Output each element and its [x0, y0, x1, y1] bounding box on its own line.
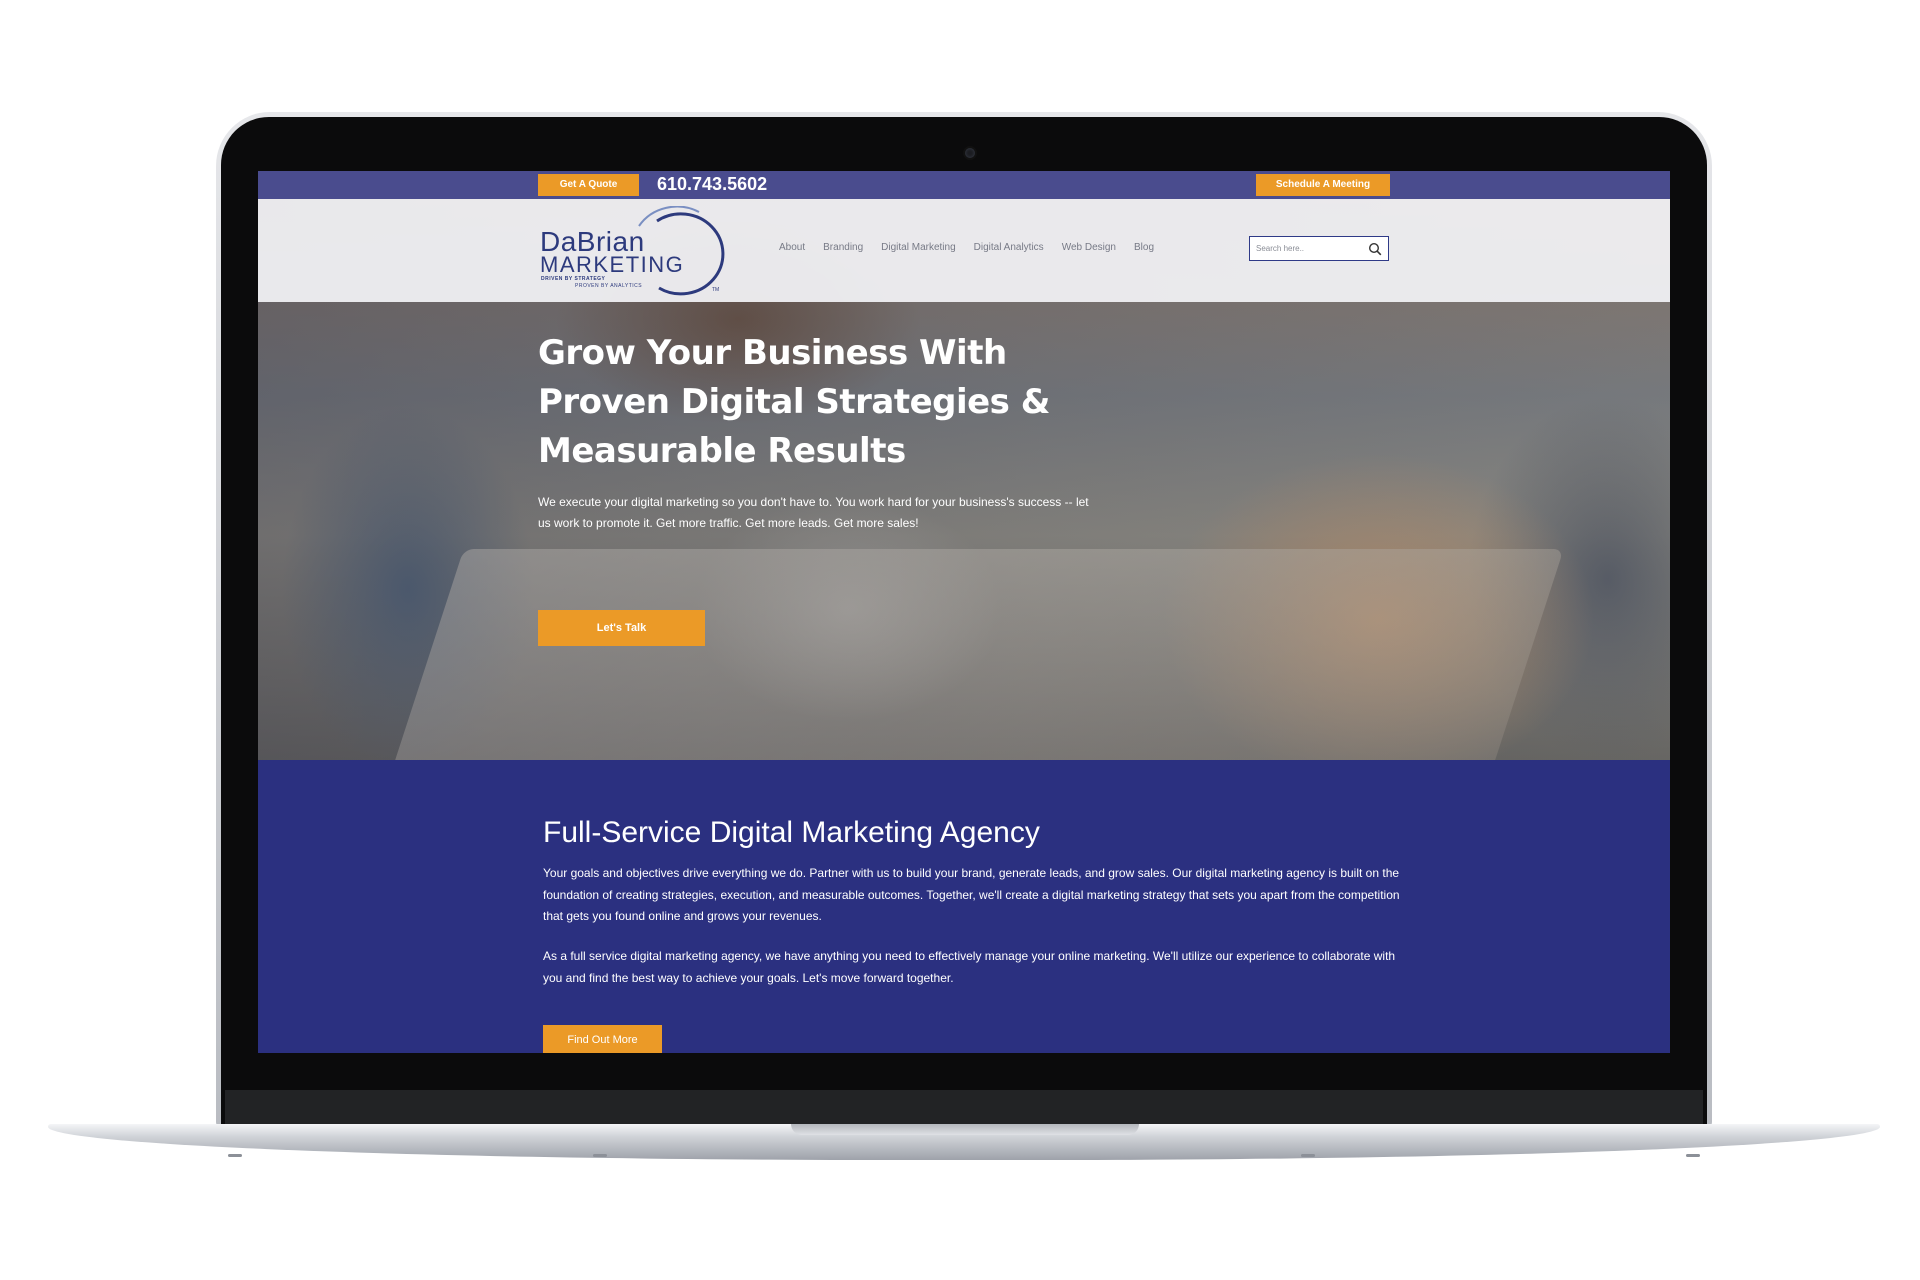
laptop-notch — [791, 1124, 1139, 1135]
nav-menu: About Branding Digital Marketing Digital… — [779, 241, 1172, 255]
hero-section: DaBrian MARKETING DRIVEN BY STRATEGY PRO… — [258, 199, 1670, 760]
laptop-foot — [1686, 1154, 1700, 1157]
hero-title-line: Grow Your Business With — [538, 333, 1007, 373]
hero-content: Grow Your Business With Proven Digital S… — [538, 329, 1098, 534]
search-box — [1249, 236, 1389, 261]
logo-wordmark-marketing: MARKETING — [540, 252, 685, 277]
section-paragraph: As a full service digital marketing agen… — [543, 949, 1396, 985]
laptop-base — [48, 1124, 1880, 1160]
schedule-meeting-button[interactable]: Schedule A Meeting — [1256, 174, 1390, 196]
get-quote-button[interactable]: Get A Quote — [538, 174, 639, 196]
logo-tagline: PROVEN BY ANALYTICS — [575, 283, 643, 289]
camera-icon — [965, 148, 975, 158]
hero-description: We execute your digital marketing so you… — [538, 495, 1089, 530]
nav-item-branding[interactable]: Branding — [823, 241, 863, 255]
laptop-foot — [228, 1154, 242, 1157]
laptop-chin — [225, 1090, 1703, 1128]
phone-number-link[interactable]: 610.743.5602 — [657, 173, 767, 195]
hero-title-line: Proven Digital Strategies & — [538, 382, 1050, 422]
hero-title: Grow Your Business With Proven Digital S… — [538, 329, 1098, 476]
nav-item-web-design[interactable]: Web Design — [1062, 241, 1116, 255]
hero-title-line: Measurable Results — [538, 431, 906, 471]
logo[interactable]: DaBrian MARKETING DRIVEN BY STRATEGY PRO… — [539, 206, 729, 298]
find-out-more-button[interactable]: Find Out More — [543, 1025, 662, 1053]
lets-talk-button[interactable]: Let's Talk — [538, 610, 705, 646]
hero-background-photo — [392, 549, 1564, 760]
section-paragraph: Your goals and objectives drive everythi… — [543, 866, 1400, 923]
logo-trademark: TM — [712, 287, 720, 293]
search-input[interactable] — [1256, 241, 1356, 256]
main-navigation: DaBrian MARKETING DRIVEN BY STRATEGY PRO… — [258, 199, 1670, 302]
laptop-foot — [1301, 1154, 1315, 1157]
nav-item-blog[interactable]: Blog — [1134, 241, 1154, 255]
service-section: Full-Service Digital Marketing Agency Yo… — [258, 760, 1670, 1053]
nav-item-about[interactable]: About — [779, 241, 805, 255]
top-bar: Get A Quote 610.743.5602 Schedule A Meet… — [258, 171, 1670, 199]
nav-item-digital-analytics[interactable]: Digital Analytics — [974, 241, 1044, 255]
logo-tagline: DRIVEN BY STRATEGY — [541, 276, 606, 282]
section-title: Full-Service Digital Marketing Agency — [543, 816, 1040, 849]
website-screen: Get A Quote 610.743.5602 Schedule A Meet… — [258, 171, 1670, 1053]
nav-item-digital-marketing[interactable]: Digital Marketing — [881, 241, 955, 255]
laptop-foot — [593, 1154, 607, 1157]
search-icon[interactable] — [1368, 242, 1382, 256]
